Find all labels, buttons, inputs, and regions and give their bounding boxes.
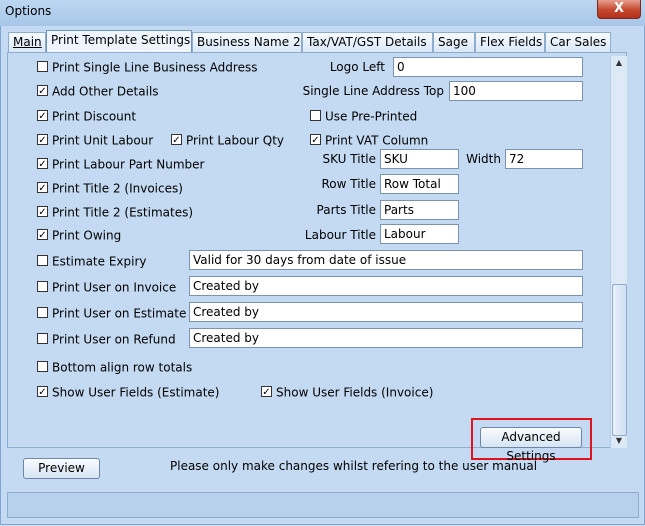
close-button[interactable]: X [597,0,641,19]
checkbox-label: Print Title 2 (Invoices) [52,181,183,196]
checkbox-box[interactable] [37,61,48,72]
tab-car-sales[interactable]: Car Sales [545,32,611,52]
scroll-down-icon[interactable]: ▼ [611,434,627,448]
checkbox-print-owing[interactable]: ✓ Print Owing [37,226,121,244]
row-title-label: Row Title [321,177,377,191]
checkbox-single-line-business-address[interactable]: Print Single Line Business Address [37,58,257,76]
sku-title-field[interactable]: SKU [380,149,459,169]
tab-tax-vat-gst-label: Tax/VAT/GST Details [307,35,427,49]
checkbox-print-unit-labour[interactable]: ✓ Print Unit Labour [37,131,153,149]
checkbox-label: Add Other Details [52,84,159,99]
tab-business-name-2-label: Business Name 2 [197,35,301,49]
preview-button[interactable]: Preview [23,458,100,479]
checkbox-label: Show User Fields (Invoice) [276,385,434,400]
checkbox-show-user-fields-estimate[interactable]: ✓ Show User Fields (Estimate) [37,383,220,401]
checkbox-box[interactable]: ✓ [261,386,272,398]
tab-business-name-2[interactable]: Business Name 2 [192,32,302,52]
checkbox-estimate-expiry[interactable]: Estimate Expiry [37,252,147,270]
checkbox-box[interactable]: ✓ [37,386,48,398]
scroll-thumb[interactable] [612,284,627,436]
checkbox-box[interactable] [37,255,48,266]
checkbox-box[interactable] [37,281,48,292]
options-dialog: Main Print Template Settings Business Na… [0,26,645,525]
checkbox-label: Print Owing [52,228,122,243]
scroll-up-icon[interactable]: ▲ [611,56,627,70]
close-icon: X [613,1,625,16]
single-line-address-top-field[interactable]: 100 [449,81,583,101]
checkbox-box[interactable]: ✓ [37,110,48,122]
checkbox-box[interactable]: ✓ [37,134,48,146]
parts-title-label: Parts Title [316,203,376,217]
checkbox-print-discount[interactable]: ✓ Print Discount [37,107,136,125]
checkbox-use-pre-printed[interactable]: Use Pre-Printed [310,107,417,125]
user-invoice-text-field[interactable]: Created by [189,276,583,296]
checkbox-label: Show User Fields (Estimate) [52,385,220,400]
checkbox-bottom-align-row-totals[interactable]: Bottom align row totals [37,358,192,376]
checkbox-box[interactable]: ✓ [37,158,48,170]
checkbox-print-labour-part-number[interactable]: ✓ Print Labour Part Number [37,155,204,173]
checkbox-label: Print Single Line Business Address [52,60,258,75]
tab-main[interactable]: Main [8,32,46,52]
labour-title-label: Labour Title [304,228,376,242]
checkbox-label: Print Discount [52,109,137,124]
row-title-field[interactable]: Row Total [380,174,459,194]
width-label: Width [466,152,501,166]
notice-text: Please only make changes whilst refering… [170,459,538,473]
checkbox-label: Print User on Refund [52,332,176,347]
checkbox-box[interactable] [37,307,48,318]
checkbox-box[interactable] [310,110,321,121]
checkbox-label: Print User on Invoice [52,280,177,295]
checkbox-label: Print Labour Part Number [52,157,205,172]
tab-main-label: Main [13,35,42,49]
checkbox-box[interactable] [37,361,48,372]
checkbox-label: Print Title 2 (Estimates) [52,205,194,220]
sku-title-label: SKU Title [322,152,376,166]
tab-car-sales-label: Car Sales [550,35,607,49]
user-refund-text-field[interactable]: Created by [189,328,583,348]
checkbox-box[interactable]: ✓ [37,206,48,218]
checkbox-label: Use Pre-Printed [325,109,418,124]
tab-print-template-settings[interactable]: Print Template Settings [46,30,192,52]
checkbox-label: Print VAT Column [325,133,429,148]
checkbox-label: Bottom align row totals [52,360,193,375]
tab-print-template-settings-label: Print Template Settings [51,33,191,47]
tab-flex-fields[interactable]: Flex Fields [475,32,545,52]
checkbox-box[interactable]: ✓ [310,134,321,146]
window-titlebar: Options X [0,0,645,26]
checkbox-add-other-details[interactable]: ✓ Add Other Details [37,82,159,100]
status-strip [7,492,639,518]
tab-flex-fields-label: Flex Fields [480,35,543,49]
checkbox-print-user-refund[interactable]: Print User on Refund [37,330,176,348]
checkbox-show-user-fields-invoice[interactable]: ✓ Show User Fields (Invoice) [261,383,433,401]
checkbox-label: Print User on Estimate [52,306,187,321]
tab-tax-vat-gst-details[interactable]: Tax/VAT/GST Details [302,32,433,52]
user-estimate-text-field[interactable]: Created by [189,302,583,322]
advanced-settings-button[interactable]: Advanced Settings [480,427,582,463]
checkbox-print-labour-qty[interactable]: ✓ Print Labour Qty [171,131,284,149]
checkbox-label: Estimate Expiry [52,254,147,269]
checkbox-box[interactable] [37,333,48,344]
window-title: Options [5,4,52,18]
width-field[interactable]: 72 [505,149,583,169]
checkbox-print-user-invoice[interactable]: Print User on Invoice [37,278,176,296]
parts-title-field[interactable]: Parts [380,200,459,220]
checkbox-box[interactable]: ✓ [171,134,182,146]
checkbox-print-title2-invoices[interactable]: ✓ Print Title 2 (Invoices) [37,179,183,197]
logo-left-field[interactable]: 0 [393,57,583,77]
checkbox-label: Print Unit Labour [52,133,154,148]
checkbox-print-title2-estimates[interactable]: ✓ Print Title 2 (Estimates) [37,203,193,221]
logo-left-label: Logo Left [329,60,385,74]
single-line-address-top-label: Single Line Address Top [302,84,444,98]
checkbox-box[interactable]: ✓ [37,85,48,97]
checkbox-box[interactable]: ✓ [37,229,48,241]
checkbox-box[interactable]: ✓ [37,182,48,194]
checkbox-label: Print Labour Qty [186,133,285,148]
estimate-expiry-text-field[interactable]: Valid for 30 days from date of issue [189,250,583,270]
vertical-scrollbar[interactable]: ▲ ▼ [610,56,627,448]
tab-sage[interactable]: Sage [433,32,475,52]
labour-title-field[interactable]: Labour [380,224,459,244]
checkbox-print-user-estimate[interactable]: Print User on Estimate [37,304,186,322]
tab-sage-label: Sage [438,35,468,49]
checkbox-print-vat-column[interactable]: ✓ Print VAT Column [310,131,428,149]
